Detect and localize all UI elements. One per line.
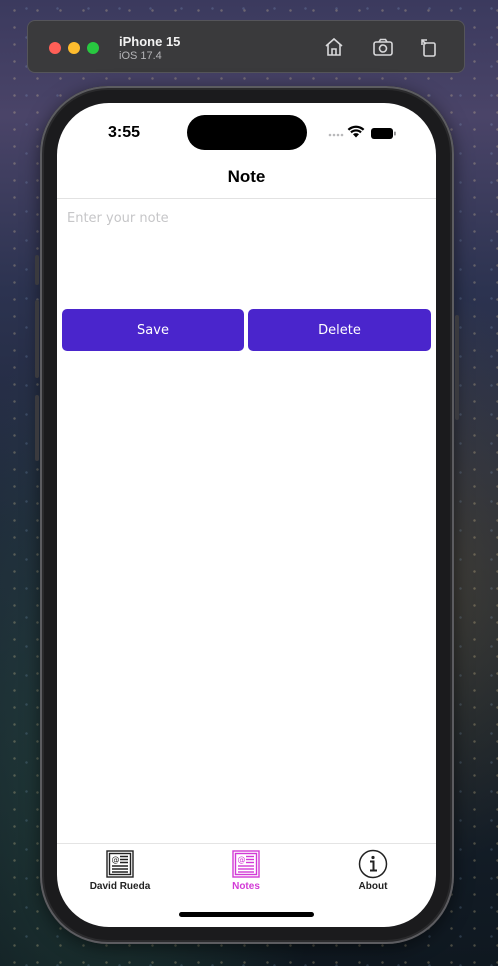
tab-about[interactable]: About (313, 847, 433, 897)
battery-icon (371, 128, 396, 139)
delete-button[interactable]: Delete (248, 309, 431, 351)
close-window-button[interactable] (49, 42, 61, 54)
phone-screen: 3:55 Note Save Delete @ (57, 103, 436, 927)
volume-down-button[interactable] (35, 395, 39, 461)
home-icon[interactable] (322, 35, 346, 59)
tab-label: About (358, 881, 388, 892)
tab-notes[interactable]: @ Notes (186, 847, 306, 897)
tab-label: David Rueda (89, 881, 151, 892)
zoom-window-button[interactable] (87, 42, 99, 54)
info-icon (358, 849, 388, 879)
note-editor[interactable] (57, 199, 436, 307)
status-time: 3:55 (108, 124, 141, 141)
os-version: iOS 17.4 (119, 50, 162, 62)
screenshot-icon[interactable] (371, 35, 395, 59)
power-button[interactable] (455, 315, 459, 420)
device-name: iPhone 15 (119, 34, 181, 49)
page-title: Note (227, 167, 266, 186)
volume-up-button[interactable] (35, 300, 39, 378)
svg-text:@: @ (238, 855, 246, 864)
tab-bar-divider (57, 843, 436, 844)
status-icons (327, 125, 407, 141)
simulator-toolbar: iPhone 15 iOS 17.4 (27, 20, 465, 73)
wifi-icon (347, 125, 365, 138)
action-button[interactable] (35, 255, 39, 285)
dynamic-island (187, 115, 307, 150)
newspaper-icon: @ (106, 850, 134, 878)
rotate-icon[interactable] (417, 35, 441, 59)
tab-label: Notes (232, 881, 260, 892)
newspaper-icon: @ (232, 850, 260, 878)
minimize-window-button[interactable] (68, 42, 80, 54)
save-button[interactable]: Save (62, 309, 244, 351)
svg-text:@: @ (112, 855, 120, 864)
home-indicator[interactable] (179, 912, 314, 917)
signal-dots-icon (328, 133, 344, 137)
tab-david-rueda[interactable]: @ David Rueda (60, 847, 180, 897)
